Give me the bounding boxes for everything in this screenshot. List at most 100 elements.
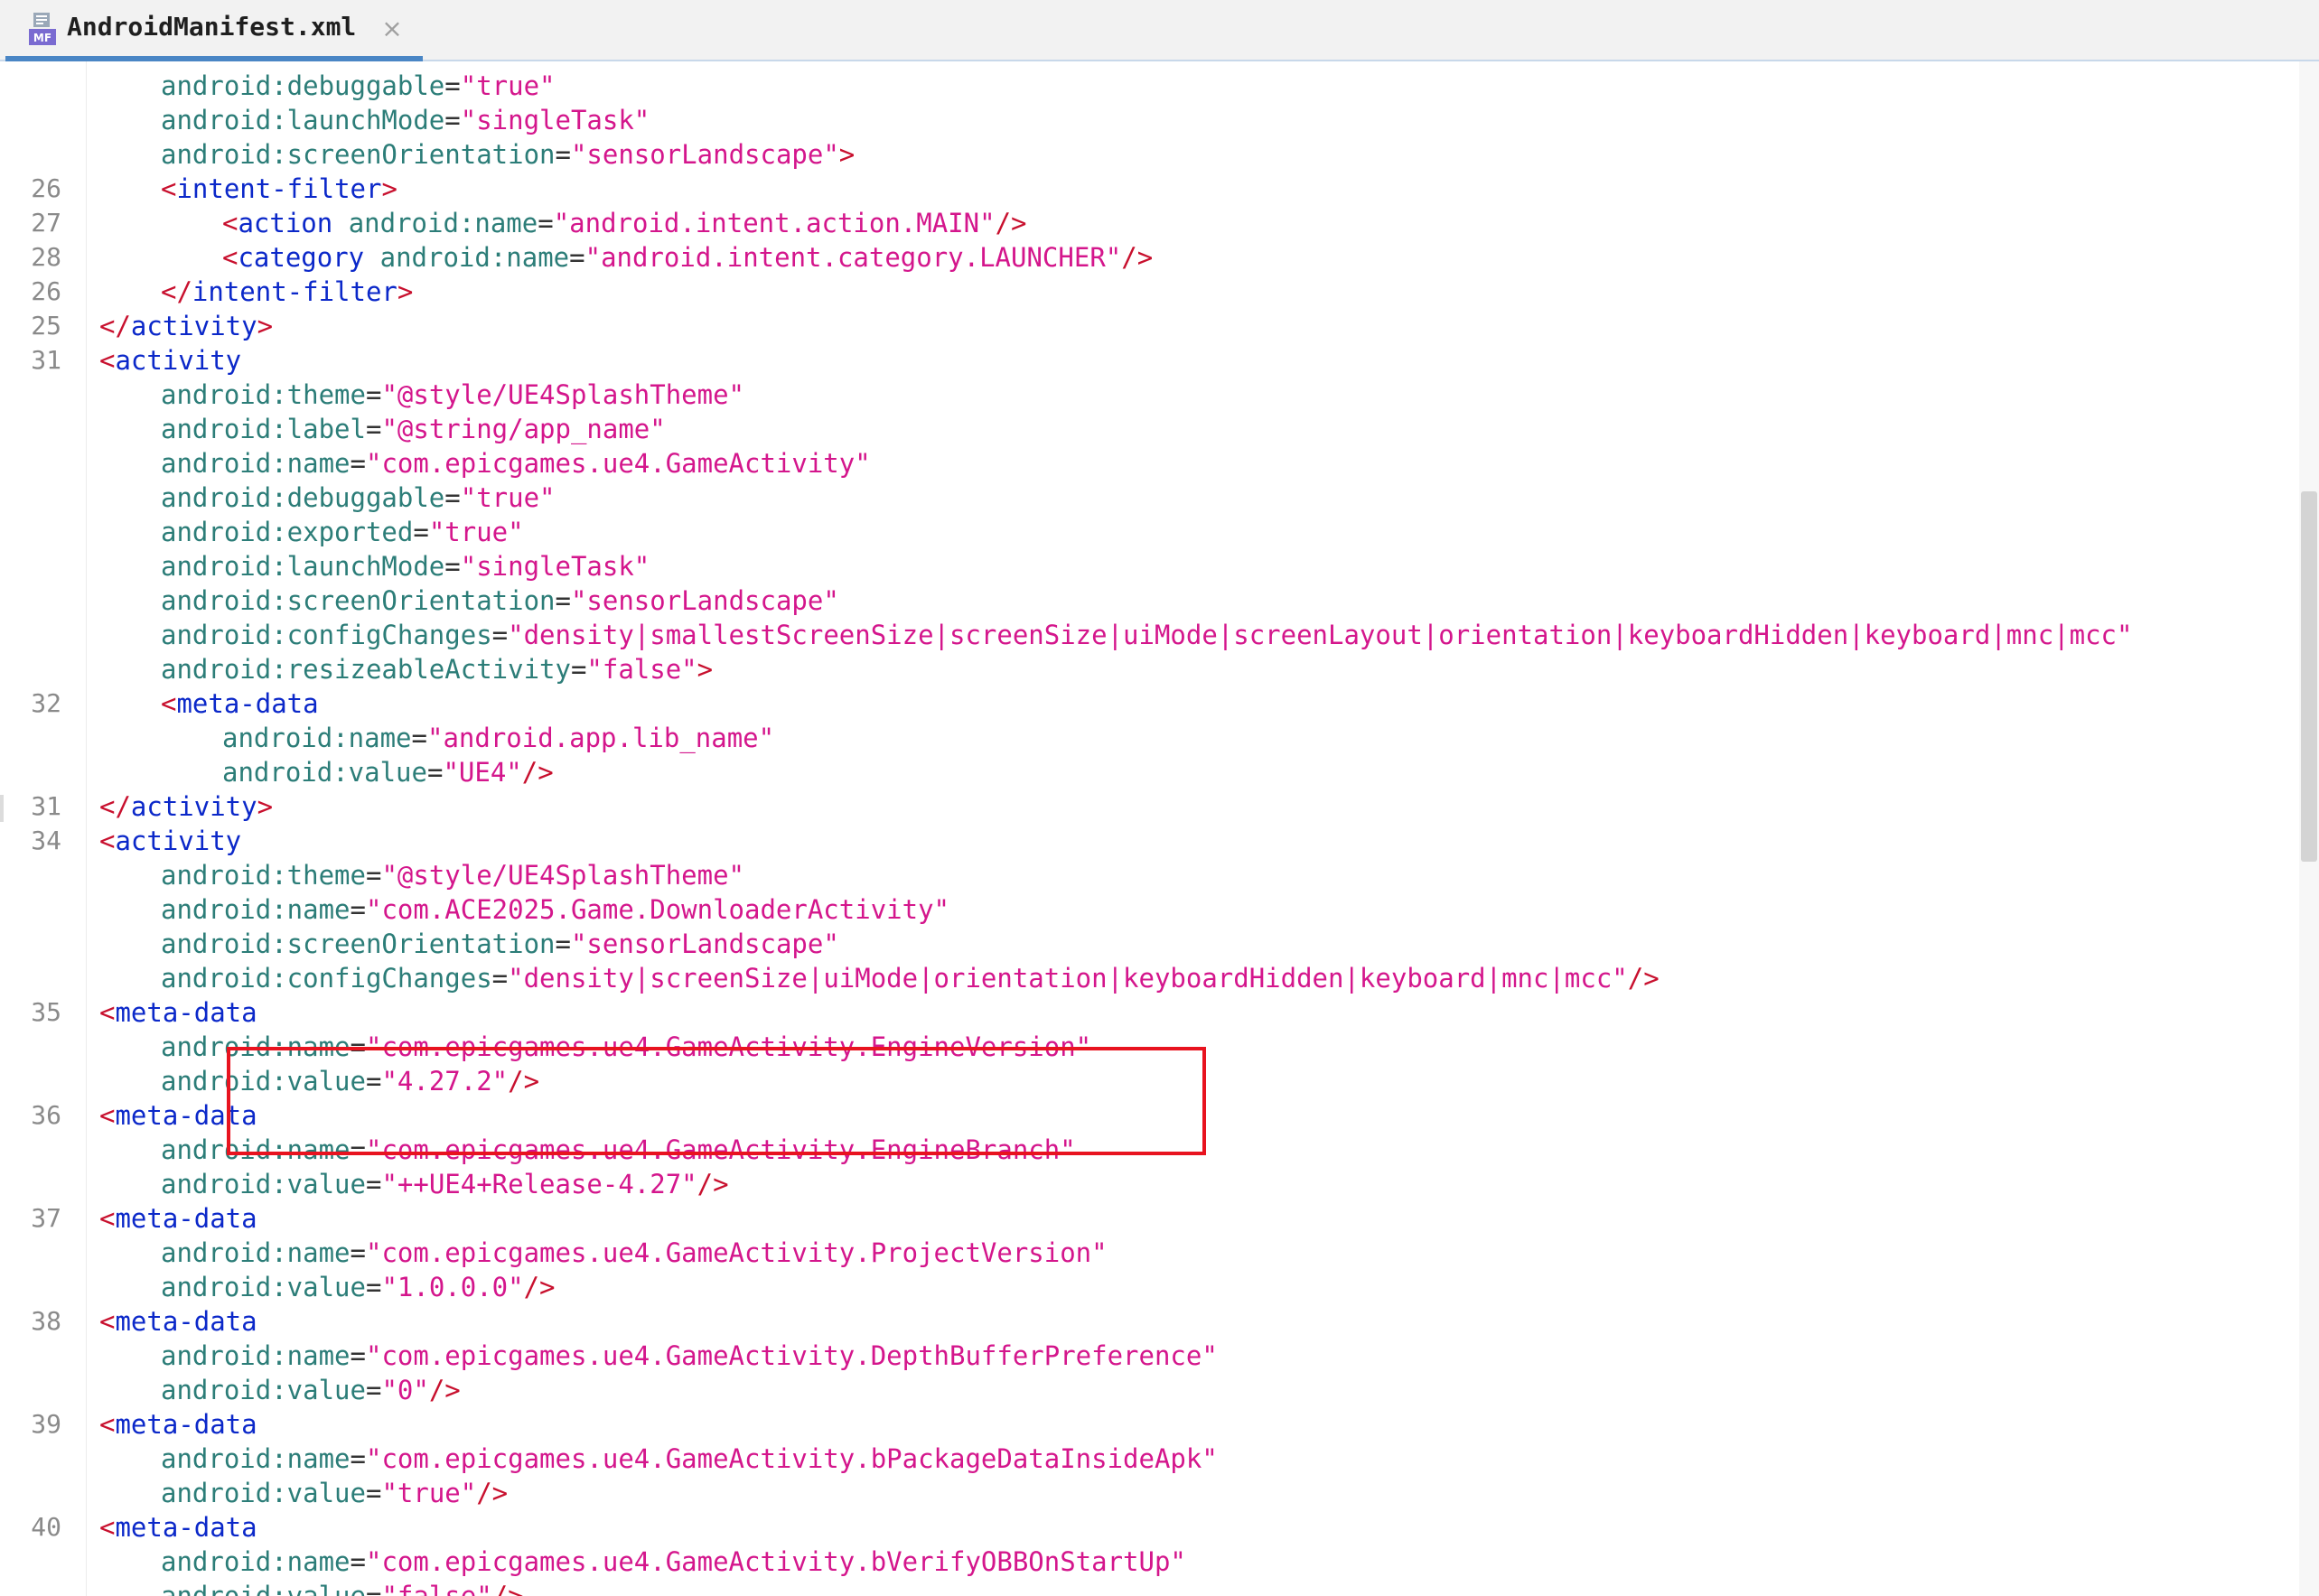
code-line[interactable]: 36 <meta-data: [0, 1098, 2286, 1133]
line-code: <meta-data: [99, 1201, 257, 1236]
code-line[interactable]: 34 <activity: [0, 824, 2286, 858]
tag-bracket: <: [99, 1203, 116, 1234]
close-icon[interactable]: ×: [379, 13, 405, 45]
attribute-name: android:value: [161, 1375, 366, 1405]
tag-bracket: <: [222, 208, 238, 238]
code-line[interactable]: android:value="UE4"/>: [0, 755, 2286, 789]
code-line[interactable]: android:name="com.epicgames.ue4.GameActi…: [0, 1545, 2286, 1579]
tag-bracket: >: [697, 654, 714, 685]
attribute-name: android:configChanges: [161, 963, 492, 994]
tag-name: meta-data: [176, 688, 319, 719]
code-line[interactable]: android:value="0"/>: [0, 1373, 2286, 1407]
attribute-value: "sensorLandscape": [570, 139, 839, 170]
attribute-value: "false": [586, 654, 697, 685]
code-line[interactable]: 31 </activity>: [0, 789, 2286, 824]
code-line[interactable]: android:value="true"/>: [0, 1476, 2286, 1510]
code-line[interactable]: android:launchMode="singleTask": [0, 549, 2286, 583]
equals-sign: =: [555, 139, 571, 170]
attribute-value: "com.epicgames.ue4.GameActivity": [365, 448, 871, 479]
code-line[interactable]: android:resizeableActivity="false">: [0, 652, 2286, 686]
code-line[interactable]: android:configChanges="density|screenSiz…: [0, 961, 2286, 995]
attribute-value: "1.0.0.0": [381, 1272, 524, 1302]
tag-name: meta-data: [115, 1203, 257, 1234]
line-code: android:name="com.epicgames.ue4.GameActi…: [161, 1133, 1076, 1167]
code-line[interactable]: 40 <meta-data: [0, 1510, 2286, 1545]
code-line[interactable]: android:theme="@style/UE4SplashTheme": [0, 378, 2286, 412]
tag-bracket: />: [523, 1272, 556, 1302]
code-line[interactable]: android:configChanges="density|smallestS…: [0, 618, 2286, 652]
equals-sign: =: [350, 894, 366, 925]
code-line[interactable]: android:debuggable="true": [0, 69, 2286, 103]
equals-sign: =: [444, 482, 461, 513]
attribute-value: "com.epicgames.ue4.GameActivity.bPackage…: [365, 1443, 1218, 1474]
code-line[interactable]: 25 </activity>: [0, 309, 2286, 343]
equals-sign: =: [350, 1134, 366, 1165]
code-line[interactable]: 26 <intent-filter>: [0, 172, 2286, 206]
attribute-value: "singleTask": [460, 551, 650, 582]
code-line[interactable]: 27 <action android:name="android.intent.a…: [0, 206, 2286, 240]
code-line[interactable]: android:launchMode="singleTask": [0, 103, 2286, 137]
code-line[interactable]: android:theme="@style/UE4SplashTheme": [0, 858, 2286, 892]
code-line[interactable]: android:name="com.epicgames.ue4.GameActi…: [0, 1030, 2286, 1064]
line-code: <meta-data: [99, 1510, 257, 1545]
code-line[interactable]: 37 <meta-data: [0, 1201, 2286, 1236]
code-line[interactable]: 31 <activity: [0, 343, 2286, 378]
code-line[interactable]: android:debuggable="true": [0, 481, 2286, 515]
tag-bracket: <: [99, 1512, 116, 1543]
equals-sign: =: [365, 1581, 382, 1596]
code-editor[interactable]: android:debuggable="true" android:launchM…: [0, 61, 2319, 1596]
line-code: android:value="++UE4+Release-4.27"/>: [161, 1167, 729, 1201]
line-number: 38: [31, 1306, 61, 1336]
code-line[interactable]: android:value="4.27.2"/>: [0, 1064, 2286, 1098]
tag-name: action: [238, 208, 333, 238]
code-line[interactable]: android:name="com.epicgames.ue4.GameActi…: [0, 446, 2286, 481]
attribute-value: "true": [381, 1478, 477, 1508]
attribute-name: android:debuggable: [161, 70, 445, 101]
attribute-value: "android.app.lib_name": [426, 723, 775, 753]
code-line[interactable]: 28 <category android:name="android.intent…: [0, 240, 2286, 275]
tag-name: meta-data: [115, 997, 257, 1028]
attribute-name: android:screenOrientation: [161, 139, 556, 170]
code-line[interactable]: android:screenOrientation="sensorLandsca…: [0, 137, 2286, 172]
line-code: android:value="UE4"/>: [222, 755, 554, 789]
code-line[interactable]: android:screenOrientation="sensorLandsca…: [0, 583, 2286, 618]
scrollbar-thumb[interactable]: [2301, 491, 2317, 862]
line-code: </intent-filter>: [161, 275, 413, 309]
tag-bracket: <: [99, 826, 116, 856]
tag-bracket: </: [161, 276, 192, 307]
code-line[interactable]: android:name="android.app.lib_name": [0, 721, 2286, 755]
equals-sign: =: [365, 1272, 382, 1302]
code-line[interactable]: android:name="com.epicgames.ue4.GameActi…: [0, 1339, 2286, 1373]
line-code: android:value="true"/>: [161, 1476, 508, 1510]
tag-name: intent-filter: [176, 173, 382, 204]
vertical-scrollbar[interactable]: [2299, 61, 2319, 1596]
code-line[interactable]: 32 <meta-data: [0, 686, 2286, 721]
line-number: 40: [31, 1512, 61, 1542]
code-line[interactable]: android:name="com.epicgames.ue4.GameActi…: [0, 1133, 2286, 1167]
code-line[interactable]: android:value="++UE4+Release-4.27"/>: [0, 1167, 2286, 1201]
code-line[interactable]: android:value="1.0.0.0"/>: [0, 1270, 2286, 1304]
code-line[interactable]: 26 </intent-filter>: [0, 275, 2286, 309]
attribute-name: android:theme: [161, 379, 366, 410]
code-line[interactable]: android:label="@string/app_name": [0, 412, 2286, 446]
code-line[interactable]: android:value="false"/>: [0, 1579, 2286, 1596]
code-line[interactable]: android:name="com.ACE2025.Game.Downloade…: [0, 892, 2286, 927]
code-line[interactable]: android:name="com.epicgames.ue4.GameActi…: [0, 1442, 2286, 1476]
attribute-value: "com.epicgames.ue4.GameActivity.DepthBuf…: [365, 1340, 1218, 1371]
attribute-value: "true": [428, 517, 524, 547]
attribute-value: "@style/UE4SplashTheme": [381, 379, 745, 410]
tag-bracket: />: [1121, 242, 1154, 273]
attribute-value: "com.epicgames.ue4.GameActivity.EngineBr…: [365, 1134, 1076, 1165]
line-code: android:theme="@style/UE4SplashTheme": [161, 858, 744, 892]
equals-sign: =: [491, 963, 509, 994]
line-number: 35: [31, 997, 61, 1027]
code-line[interactable]: 35 <meta-data: [0, 995, 2286, 1030]
tab-androidmanifest[interactable]: MF AndroidManifest.xml ×: [5, 0, 423, 61]
code-line[interactable]: android:name="com.epicgames.ue4.GameActi…: [0, 1236, 2286, 1270]
code-line[interactable]: android:screenOrientation="sensorLandsca…: [0, 927, 2286, 961]
line-code: android:configChanges="density|smallestS…: [161, 618, 2132, 652]
code-line[interactable]: 38 <meta-data: [0, 1304, 2286, 1339]
attribute-name: android:name: [161, 1134, 351, 1165]
code-line[interactable]: 39 <meta-data: [0, 1407, 2286, 1442]
code-line[interactable]: android:exported="true": [0, 515, 2286, 549]
